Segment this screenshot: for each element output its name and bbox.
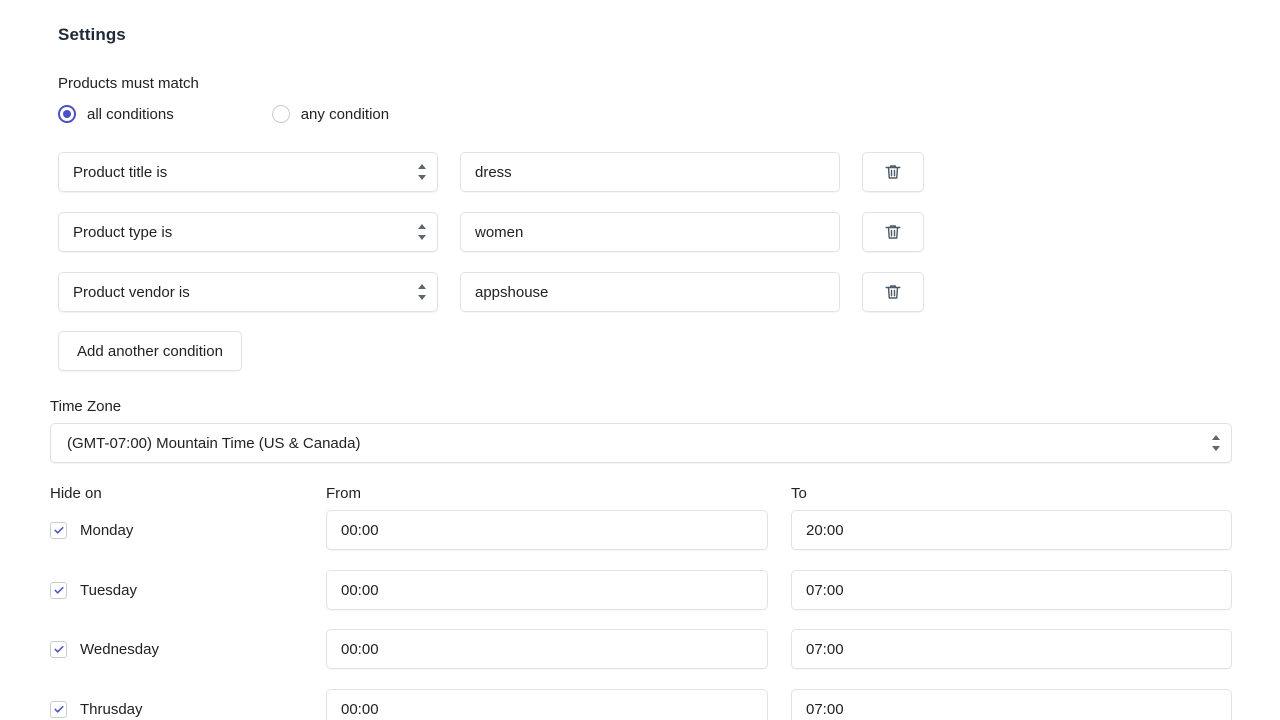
condition-row: Product title is dress <box>58 152 924 192</box>
day-toggle-monday[interactable]: Monday <box>50 510 133 550</box>
match-mode-radio-group: all conditions any condition <box>58 105 389 123</box>
condition-row: Product vendor is appshouse <box>58 272 924 312</box>
condition-field-select-value: Product vendor is <box>58 272 438 312</box>
to-time-input[interactable]: 20:00 <box>791 510 1232 550</box>
trash-icon <box>885 285 901 299</box>
check-icon <box>53 526 64 534</box>
time-zone-label: Time Zone <box>50 398 122 415</box>
check-icon <box>53 645 64 653</box>
day-label: Monday <box>80 521 134 539</box>
checkbox-icon[interactable] <box>50 640 67 658</box>
from-time-input[interactable]: 00:00 <box>326 629 768 669</box>
radio-icon-any-condition[interactable] <box>271 105 290 123</box>
condition-field-select[interactable]: Product title is <box>58 152 438 192</box>
radio-option-any-condition[interactable]: any condition <box>271 105 390 123</box>
trash-icon <box>885 165 901 179</box>
page-title: Settings <box>58 25 126 44</box>
products-must-match-label: Products must match <box>58 75 199 92</box>
radio-dot <box>63 110 71 118</box>
add-another-condition-button[interactable]: Add another condition <box>58 331 242 371</box>
column-header-to: To <box>791 485 807 502</box>
radio-label-all-conditions: all conditions <box>87 105 174 123</box>
condition-value-input[interactable]: appshouse <box>460 272 840 312</box>
radio-label-any-condition: any condition <box>300 105 390 123</box>
day-label: Tuesday <box>80 581 137 599</box>
day-toggle-thrusday[interactable]: Thrusday <box>50 689 143 720</box>
schedule-row: Monday 00:00 20:00 <box>0 510 1280 550</box>
from-time-input[interactable]: 00:00 <box>326 570 768 610</box>
delete-condition-button[interactable] <box>862 212 924 252</box>
condition-field-select-value: Product type is <box>58 212 438 252</box>
to-time-input[interactable]: 07:00 <box>791 570 1232 610</box>
column-header-hide-on: Hide on <box>50 485 102 502</box>
from-time-input[interactable]: 00:00 <box>326 689 768 720</box>
to-time-input[interactable]: 07:00 <box>791 629 1232 669</box>
to-time-input[interactable]: 07:00 <box>791 689 1232 720</box>
condition-value-input[interactable]: dress <box>460 152 840 192</box>
checkbox-icon[interactable] <box>50 581 67 599</box>
checkbox-icon[interactable] <box>50 521 67 539</box>
condition-field-select[interactable]: Product vendor is <box>58 272 438 312</box>
time-zone-select-value: (GMT-07:00) Mountain Time (US & Canada) <box>50 423 1232 463</box>
checkbox-icon[interactable] <box>50 700 67 718</box>
delete-condition-button[interactable] <box>862 272 924 312</box>
time-zone-select[interactable]: (GMT-07:00) Mountain Time (US & Canada) <box>50 423 1232 463</box>
radio-option-all-conditions[interactable]: all conditions <box>58 105 174 123</box>
condition-field-select[interactable]: Product type is <box>58 212 438 252</box>
schedule-row: Thrusday 00:00 07:00 <box>0 689 1280 720</box>
radio-icon-all-conditions[interactable] <box>58 105 76 123</box>
column-header-from: From <box>326 485 361 502</box>
schedule-row: Wednesday 00:00 07:00 <box>0 629 1280 669</box>
schedule-row: Tuesday 00:00 07:00 <box>0 570 1280 610</box>
condition-field-select-value: Product title is <box>58 152 438 192</box>
condition-row: Product type is women <box>58 212 924 252</box>
delete-condition-button[interactable] <box>862 152 924 192</box>
trash-icon <box>885 225 901 239</box>
day-label: Thrusday <box>80 700 143 718</box>
check-icon <box>53 586 64 594</box>
day-label: Wednesday <box>80 640 159 658</box>
condition-value-input[interactable]: women <box>460 212 840 252</box>
day-toggle-tuesday[interactable]: Tuesday <box>50 570 137 610</box>
day-toggle-wednesday[interactable]: Wednesday <box>50 629 159 669</box>
check-icon <box>53 705 64 713</box>
from-time-input[interactable]: 00:00 <box>326 510 768 550</box>
settings-page: Settings Products must match all conditi… <box>0 0 1280 720</box>
